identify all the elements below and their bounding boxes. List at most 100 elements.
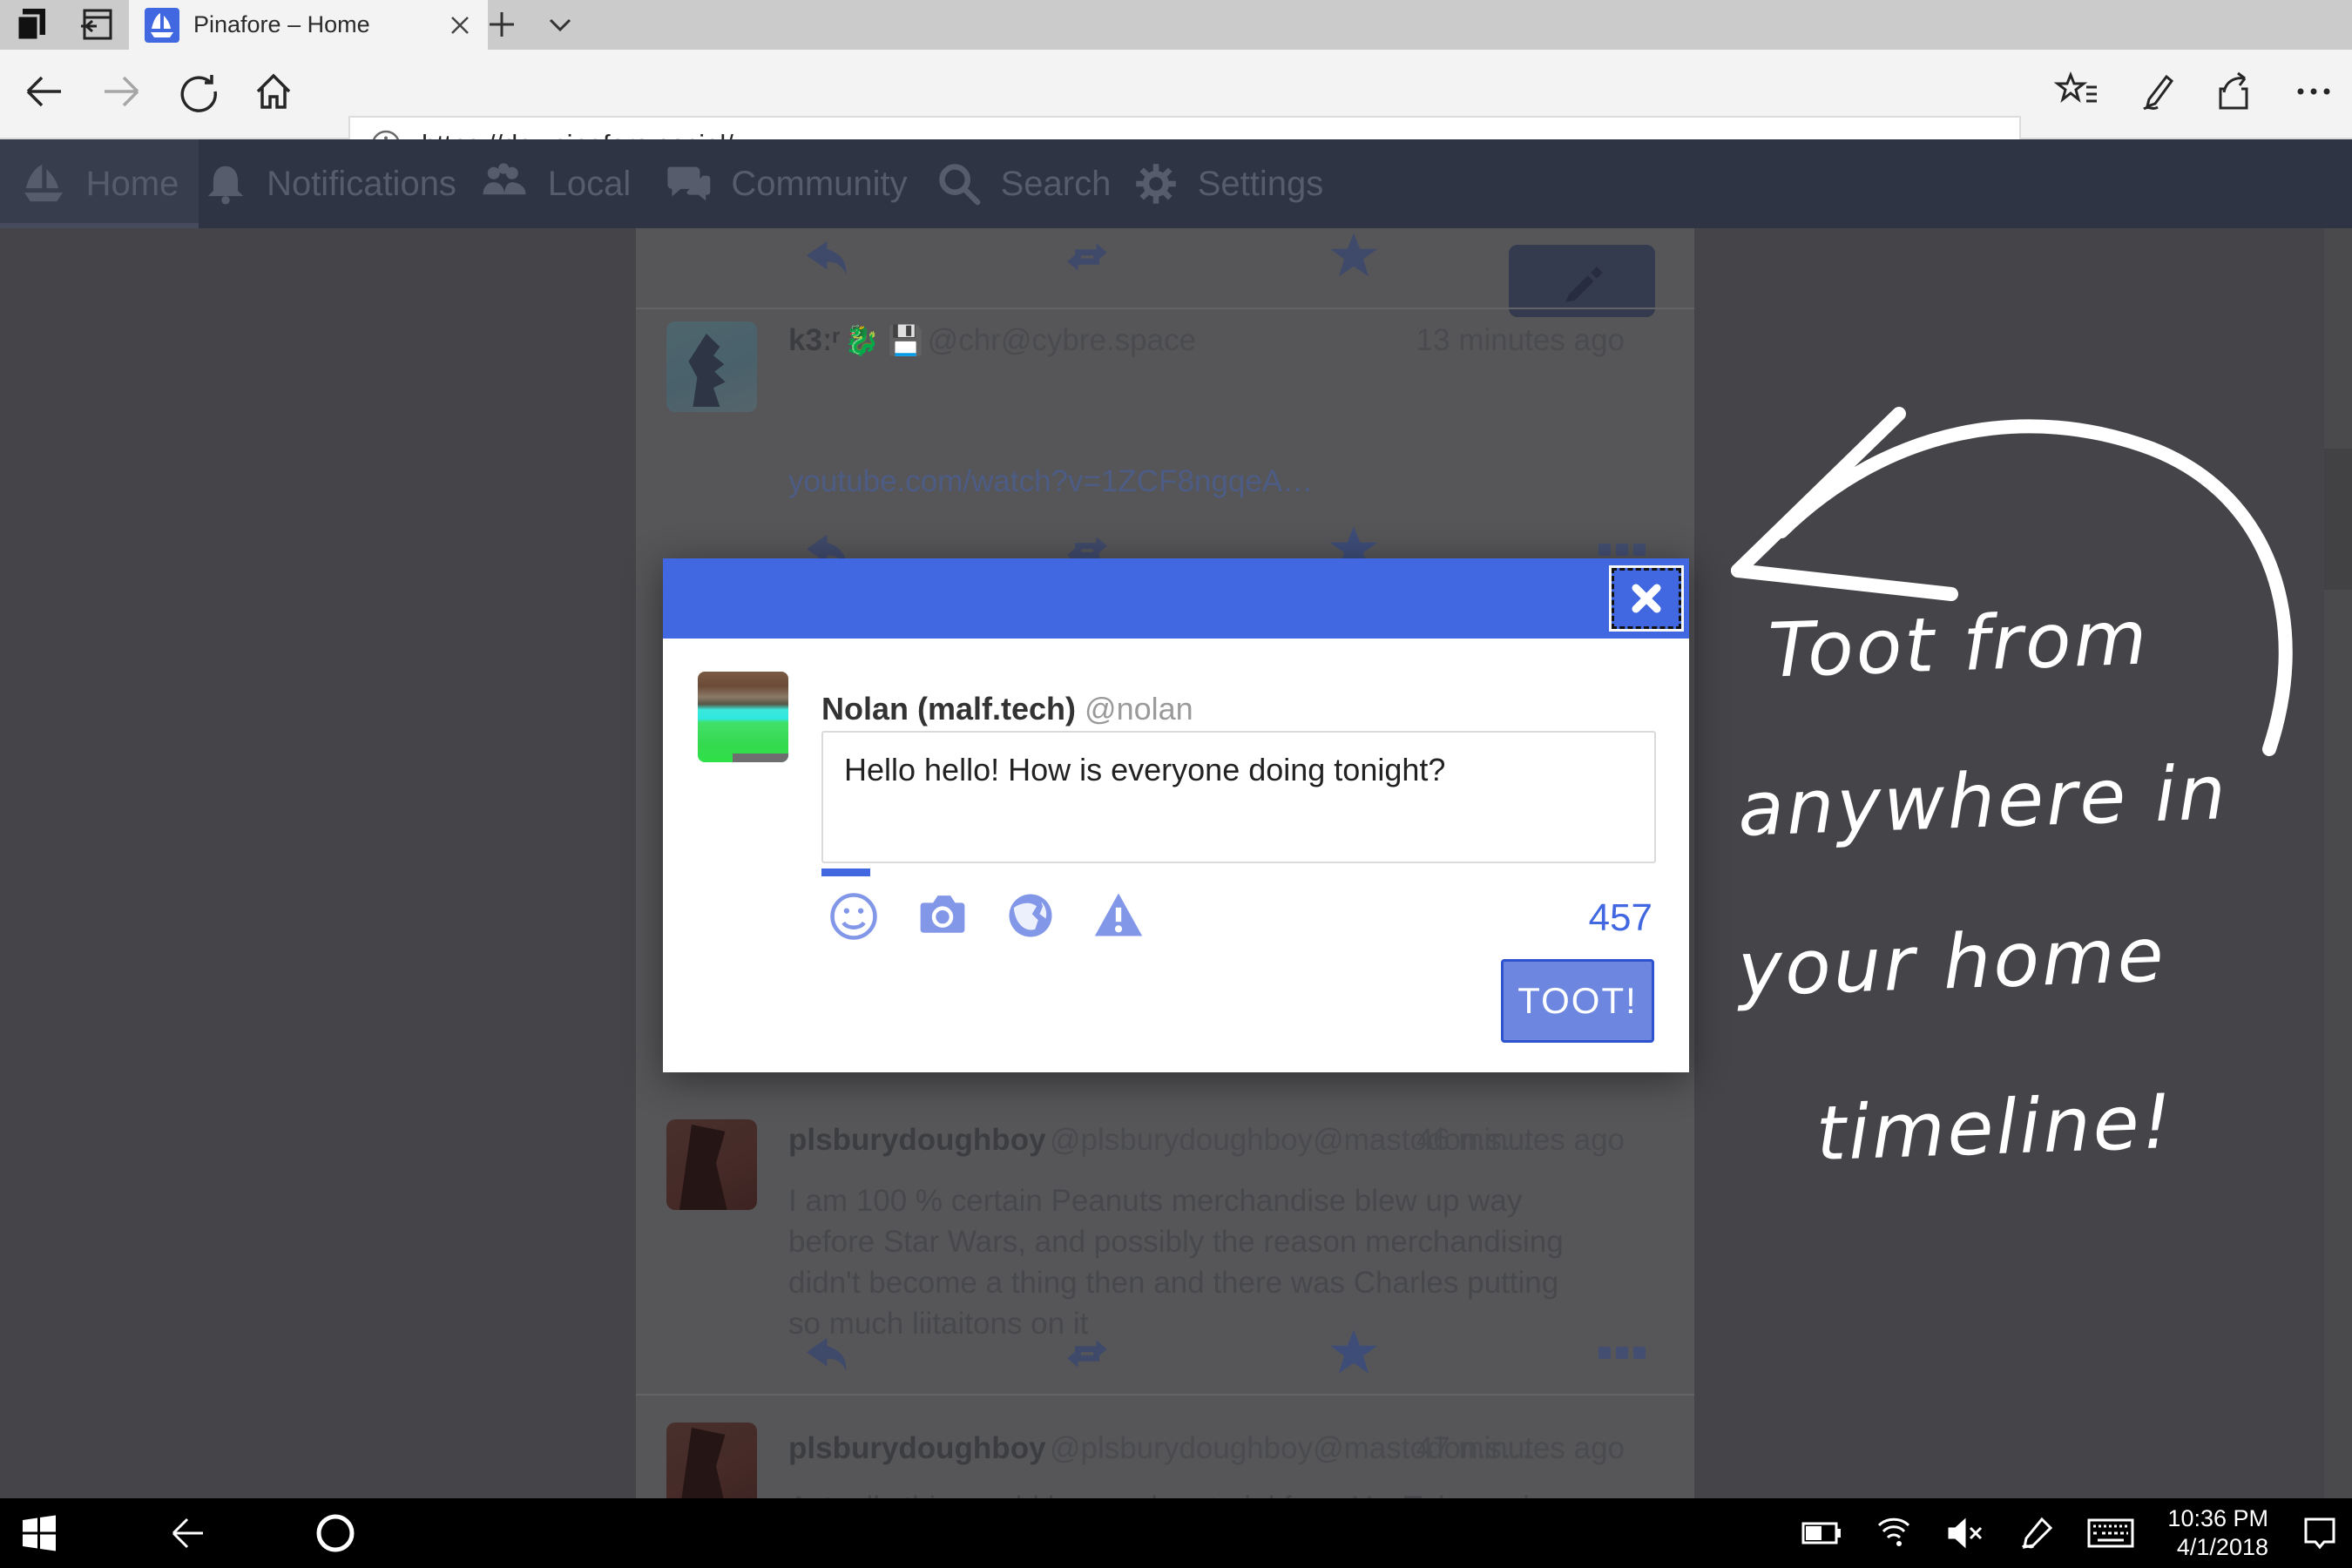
- tab-title: Pinafore – Home: [193, 11, 434, 38]
- pinafore-favicon: [145, 8, 179, 43]
- avatar[interactable]: [666, 1423, 757, 1498]
- dialog-header: [663, 558, 1689, 639]
- media-upload-button[interactable]: [917, 891, 968, 942]
- battery-icon[interactable]: [1801, 1520, 1842, 1546]
- browser-tab-bar: Pinafore – Home: [0, 0, 2352, 50]
- more-options-icon[interactable]: [1598, 541, 1647, 560]
- boost-icon[interactable]: [1063, 233, 1112, 280]
- nav-item-local[interactable]: Local: [462, 139, 649, 228]
- close-icon: [1628, 580, 1665, 617]
- post-display-name[interactable]: plsburydoughboy: [788, 1123, 1046, 1157]
- taskbar-back-button[interactable]: [148, 1498, 226, 1568]
- avatar[interactable]: [666, 1119, 757, 1210]
- post-timestamp[interactable]: 13 minutes ago: [1416, 323, 1625, 358]
- nav-item-home[interactable]: Home: [0, 139, 199, 228]
- cortana-circle-icon: [314, 1511, 357, 1555]
- post-display-name[interactable]: plsburydoughboy: [788, 1431, 1046, 1465]
- stacked-windows-icon: [14, 5, 52, 44]
- nav-label: Community: [731, 165, 907, 204]
- wifi-icon[interactable]: [1875, 1517, 1913, 1549]
- star-icon[interactable]: [1328, 1327, 1379, 1377]
- compose-fab-button[interactable]: [1509, 245, 1655, 317]
- sailboat-icon: [20, 160, 67, 207]
- annotation-text-line2: anywhere in: [1736, 749, 2229, 854]
- touch-keyboard-icon[interactable]: [2087, 1517, 2134, 1550]
- nav-label: Settings: [1198, 165, 1324, 204]
- nav-label: Search: [1001, 165, 1112, 204]
- plus-icon: [487, 10, 517, 39]
- reply-icon[interactable]: [797, 232, 848, 282]
- post-header: plsburydoughboy @plsburydoughboy@mastodo…: [788, 1123, 1659, 1161]
- start-button[interactable]: [0, 1498, 78, 1568]
- emoji-picker-button[interactable]: [828, 891, 879, 942]
- share-icon: [2212, 68, 2259, 115]
- avatar[interactable]: [666, 321, 757, 412]
- cortana-button[interactable]: [296, 1498, 375, 1568]
- search-icon: [936, 161, 982, 206]
- tab-preview-button[interactable]: [9, 0, 57, 49]
- settings-more-button[interactable]: [2289, 67, 2338, 116]
- nav-item-search[interactable]: Search: [923, 139, 1124, 228]
- nav-item-notifications[interactable]: Notifications: [199, 139, 462, 228]
- post-timestamp[interactable]: 47 minutes ago: [1416, 1431, 1625, 1466]
- post-body: Actually this would be good material for…: [788, 1487, 1581, 1498]
- favorites-hub-button[interactable]: [2052, 67, 2101, 116]
- tab-list-button[interactable]: [536, 0, 585, 49]
- close-dialog-button[interactable]: [1612, 568, 1681, 629]
- content-warning-button[interactable]: [1093, 891, 1144, 942]
- post-header: k3ːʳ 🐉 💾 @chr@cybre.space 13 minutes ago: [788, 323, 1659, 362]
- page-background-left: [0, 228, 636, 1498]
- taskbar-clock[interactable]: 10:36 PM 4/1/2018: [2167, 1504, 2268, 1562]
- compose-toolbar: [828, 891, 1144, 942]
- composer-identity: Nolan (malf.tech) @nolan: [821, 691, 1193, 727]
- post-plsburydoughboy-1[interactable]: plsburydoughboy @plsburydoughboy@mastodo…: [636, 1104, 1694, 1391]
- chevron-down-icon: [545, 10, 575, 39]
- browser-tab[interactable]: Pinafore – Home: [129, 0, 488, 50]
- nav-item-community[interactable]: Community: [649, 139, 923, 228]
- star-icon[interactable]: [1328, 230, 1379, 280]
- action-center-icon[interactable]: [2301, 1515, 2338, 1551]
- reply-icon[interactable]: [797, 1328, 848, 1379]
- web-note-button[interactable]: [2132, 67, 2181, 116]
- new-tab-button[interactable]: [477, 0, 526, 49]
- nav-item-settings[interactable]: Settings: [1124, 139, 1333, 228]
- nav-label: Notifications: [267, 165, 456, 204]
- home-button[interactable]: [249, 67, 298, 116]
- character-count: 457: [1589, 896, 1652, 940]
- volume-muted-icon[interactable]: [1946, 1517, 1986, 1549]
- more-options-icon[interactable]: [1598, 1344, 1647, 1363]
- pencil-icon: [1558, 258, 1605, 305]
- composer-avatar[interactable]: [698, 672, 788, 762]
- length-progress-bar: [821, 868, 870, 876]
- set-tabs-aside-button[interactable]: [70, 0, 118, 49]
- post-handle[interactable]: @chr@cybre.space: [928, 323, 1196, 357]
- annotation-text-line1: Toot from: [1767, 594, 2150, 694]
- compose-dialog: Nolan (malf.tech) @nolan Hello hello! Ho…: [663, 558, 1689, 1072]
- home-icon: [251, 69, 296, 114]
- nav-label: Home: [86, 165, 179, 204]
- back-button[interactable]: [19, 67, 68, 116]
- close-button-focus-ring: [1609, 565, 1684, 632]
- post-privacy-button[interactable]: [1006, 891, 1055, 942]
- post-display-name[interactable]: k3ːʳ: [788, 323, 840, 357]
- nav-label: Local: [548, 165, 632, 204]
- pen-icon: [2133, 68, 2180, 115]
- clock-time: 10:36 PM: [2167, 1504, 2268, 1533]
- post-plsburydoughboy-2[interactable]: plsburydoughboy @plsburydoughboy@mastodo…: [636, 1407, 1694, 1498]
- annotation-text-line4: timeline!: [1815, 1078, 2175, 1178]
- compose-textarea[interactable]: Hello hello! How is everyone doing tonig…: [821, 731, 1656, 863]
- boost-icon[interactable]: [1063, 1330, 1112, 1377]
- share-button[interactable]: [2211, 67, 2260, 116]
- refresh-button[interactable]: [174, 67, 223, 116]
- back-arrow-icon: [166, 1512, 208, 1554]
- post-timestamp[interactable]: 46 minutes ago: [1416, 1123, 1625, 1158]
- pen-tray-icon[interactable]: [2019, 1516, 2054, 1551]
- post-body-link[interactable]: youtube.com/watch?v=1ZCF8ngqeA…: [788, 464, 1313, 499]
- forward-button[interactable]: [98, 67, 146, 116]
- clock-date: 4/1/2018: [2167, 1533, 2268, 1562]
- tab-close-button[interactable]: [448, 13, 472, 37]
- windows-logo-icon: [21, 1515, 57, 1551]
- toot-button[interactable]: TOOT!: [1501, 959, 1654, 1043]
- post-divider: [636, 1394, 1694, 1396]
- post-k3[interactable]: k3ːʳ 🐉 💾 @chr@cybre.space 13 minutes ago…: [636, 308, 1694, 560]
